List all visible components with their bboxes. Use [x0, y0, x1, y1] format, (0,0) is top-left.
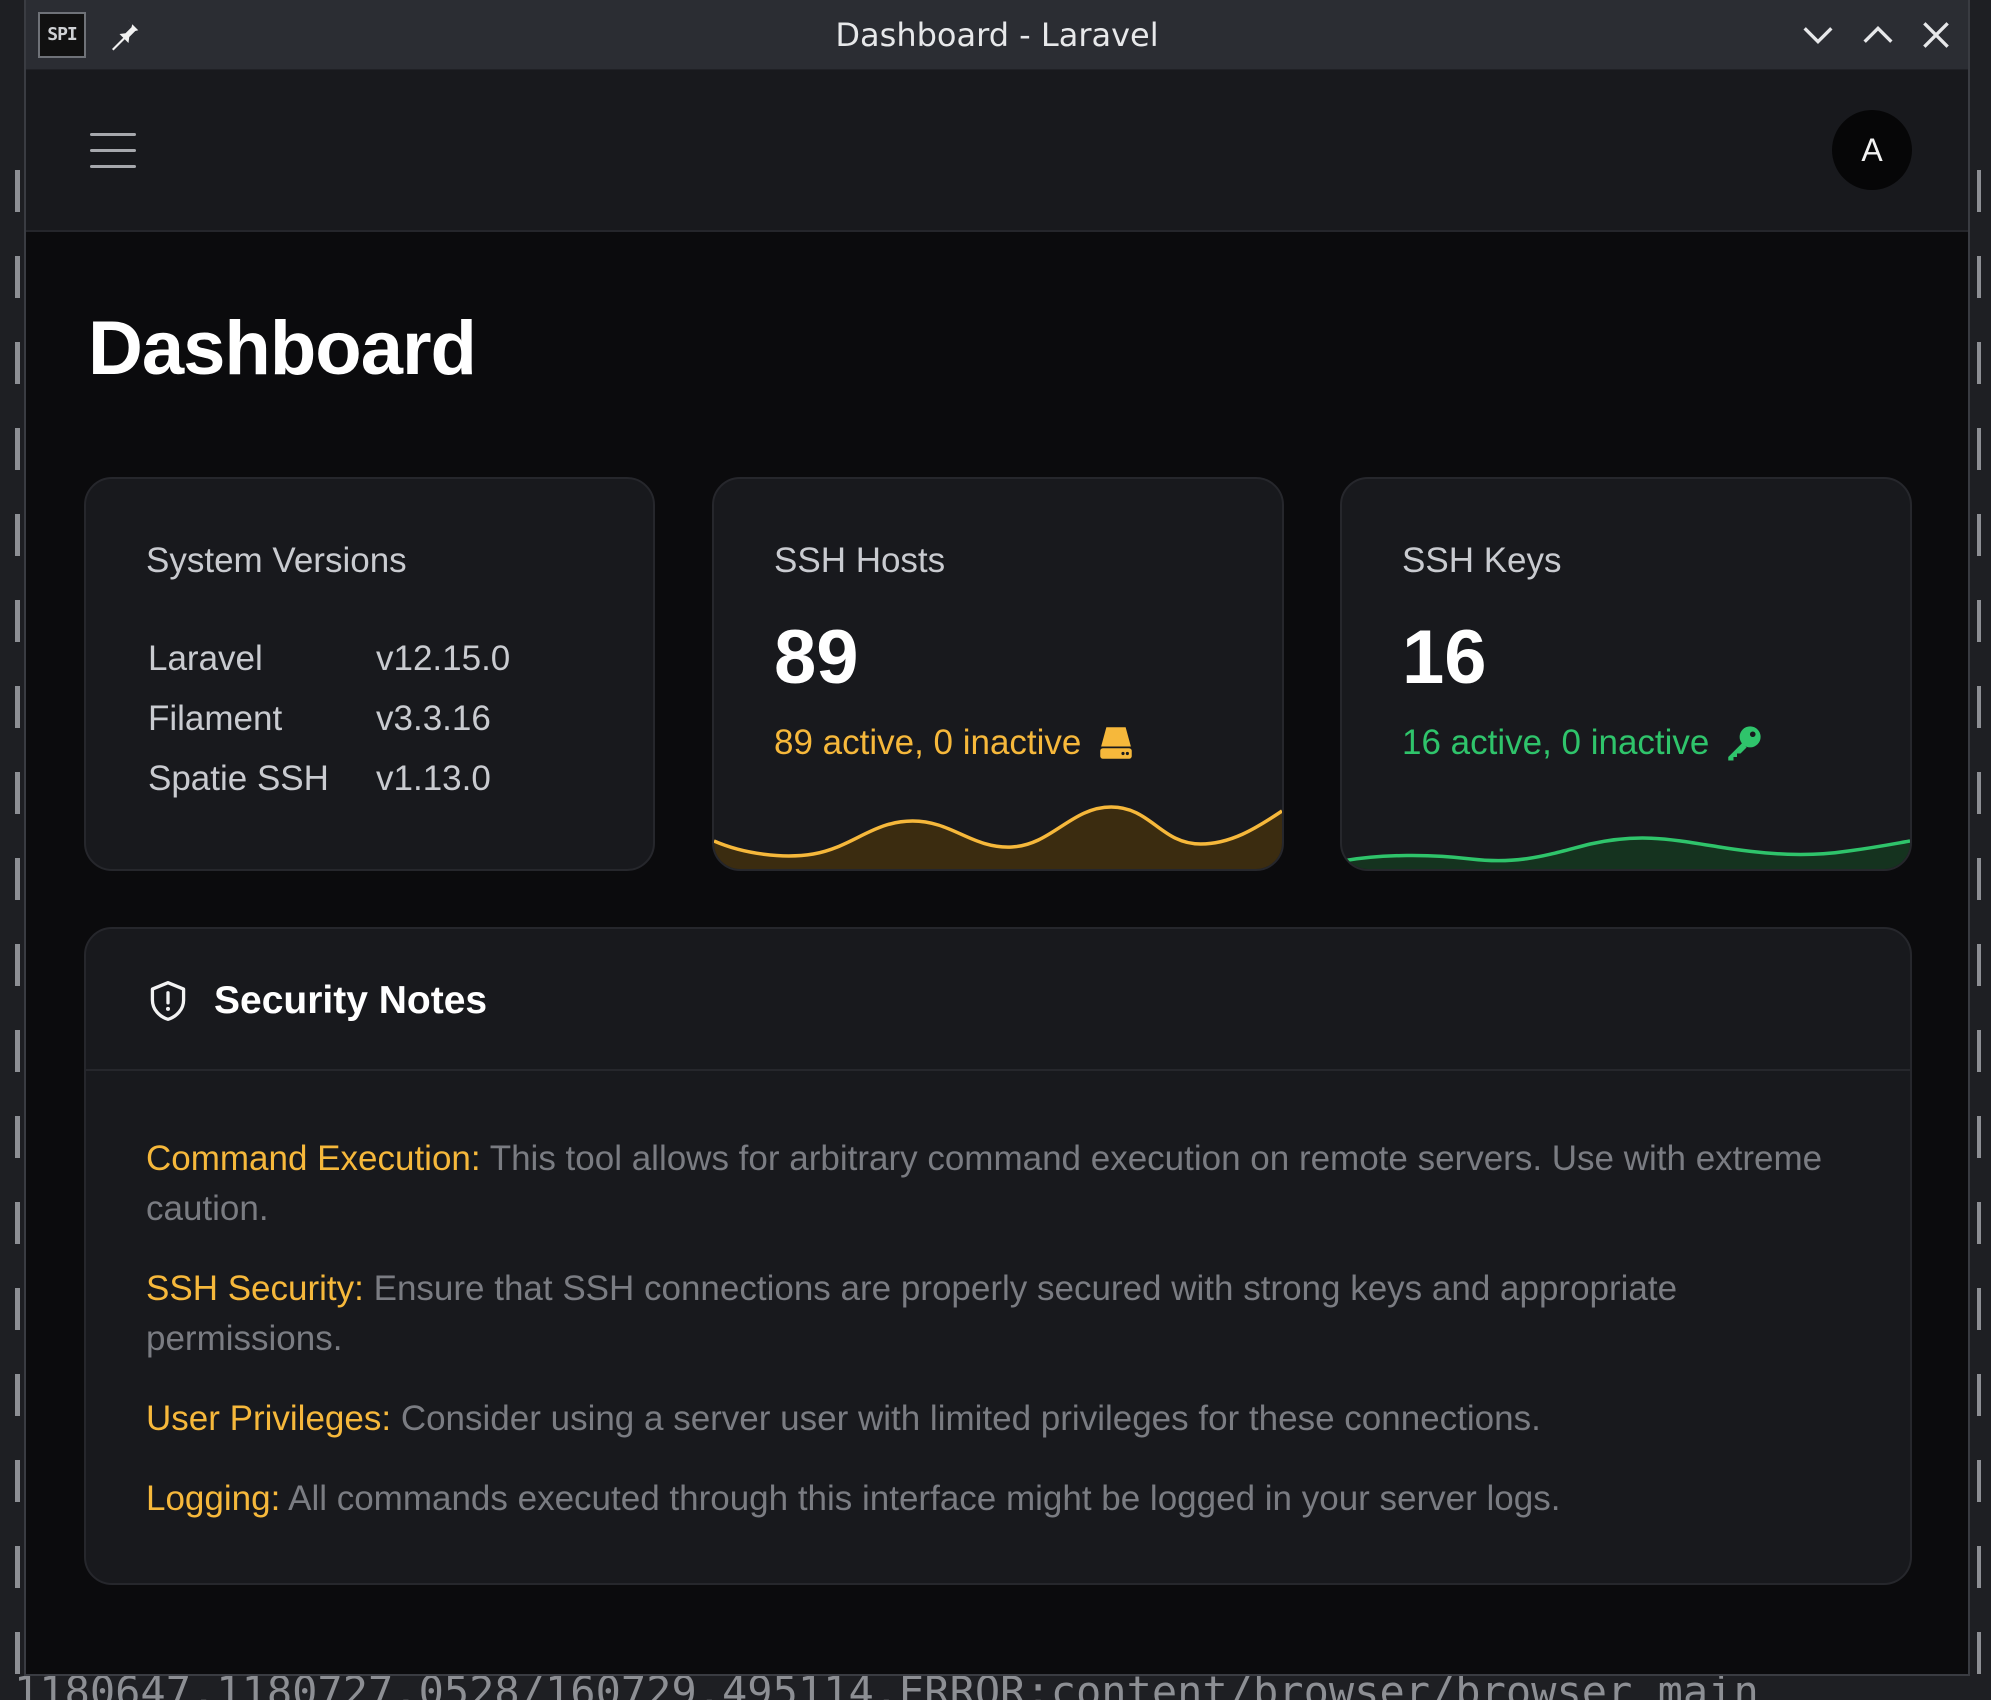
terminal-margin-bar: [1977, 944, 1981, 986]
terminal-margin-bar: [1977, 772, 1981, 814]
keys-sparkline: [1342, 836, 1910, 869]
chevron-down-icon[interactable]: [1798, 15, 1838, 55]
terminal-margin-bar: [1977, 600, 1981, 642]
terminal-margin-bar: [1977, 1374, 1981, 1416]
terminal-margin-bar: [15, 772, 20, 814]
security-note: Command Execution: This tool allows for …: [146, 1134, 1846, 1234]
terminal-margin-bar: [15, 1202, 20, 1244]
terminal-margin-bar: [1977, 1202, 1981, 1244]
note-text: Ensure that SSH connections are properly…: [146, 1269, 1678, 1358]
hamburger-line-icon: [90, 149, 136, 152]
note-label: Command Execution:: [146, 1139, 481, 1178]
terminal-margin-bar: [15, 858, 20, 900]
version-name: Spatie SSH: [148, 759, 329, 798]
hosts-sparkline: [714, 805, 1282, 869]
key-icon: [1728, 726, 1762, 761]
version-row: Filament v3.3.16: [148, 699, 491, 739]
terminal-margin-bar: [15, 1460, 20, 1502]
stat-description-text: 89 active, 0 inactive: [774, 723, 1082, 762]
page-title: Dashboard: [88, 306, 477, 391]
ssh-keys-card[interactable]: SSH Keys 16 16 active, 0 inactive: [1340, 477, 1912, 871]
terminal-margin-bar: [15, 170, 20, 212]
stat-count: 16: [1402, 615, 1487, 700]
terminal-margin-bar: [15, 944, 20, 986]
terminal-margin-bar: [1977, 1116, 1981, 1158]
user-avatar[interactable]: A: [1832, 110, 1912, 190]
terminal-margin-bar: [15, 1546, 20, 1588]
stat-description: 16 active, 0 inactive: [1402, 722, 1765, 764]
security-notes-card: Security Notes Command Execution: This t…: [84, 927, 1912, 1585]
stat-description-text: 16 active, 0 inactive: [1402, 723, 1710, 762]
section-title: Security Notes: [214, 979, 488, 1022]
card-label: SSH Hosts: [774, 541, 946, 580]
terminal-margin-bar: [1977, 858, 1981, 900]
version-value: v1.13.0: [376, 759, 491, 798]
ssh-hosts-card[interactable]: SSH Hosts 89 89 active, 0 inactive: [712, 477, 1284, 871]
security-note: User Privileges: Consider using a server…: [146, 1394, 1846, 1444]
note-text: All commands executed through this inter…: [288, 1479, 1561, 1518]
terminal-margin-bar: [1977, 1288, 1981, 1330]
stat-description: 89 active, 0 inactive: [774, 722, 1137, 764]
note-label: SSH Security:: [146, 1269, 364, 1308]
hamburger-line-icon: [90, 133, 136, 136]
terminal-margin-bar: [1977, 1632, 1981, 1674]
terminal-margin-bar: [1977, 170, 1981, 212]
server-icon: [1100, 727, 1133, 759]
window-titlebar[interactable]: SPI Dashboard - Laravel: [26, 0, 1968, 70]
terminal-margin-bar: [15, 1116, 20, 1158]
security-note: SSH Security: Ensure that SSH connection…: [146, 1264, 1846, 1364]
terminal-margin-bar: [15, 1374, 20, 1416]
chevron-up-icon[interactable]: [1858, 15, 1898, 55]
menu-button[interactable]: [90, 130, 140, 170]
terminal-margin-bar: [15, 514, 20, 556]
terminal-margin-bar: [1977, 342, 1981, 384]
version-value: v3.3.16: [376, 699, 491, 738]
security-notes-header: Security Notes: [86, 929, 1910, 1071]
terminal-margin-bar: [1977, 686, 1981, 728]
card-label: SSH Keys: [1402, 541, 1562, 580]
system-versions-card: System Versions Laravel v12.15.0 Filament…: [84, 477, 655, 871]
terminal-left-margin: [0, 150, 26, 1700]
terminal-margin-bar: [15, 1632, 20, 1674]
terminal-margin-bar: [15, 428, 20, 470]
shield-alert-icon: [150, 981, 186, 1021]
note-text: Consider using a server user with limite…: [400, 1399, 1541, 1438]
app-window: SPI Dashboard - Laravel A Dashboard Syst…: [24, 0, 1970, 1676]
stat-count: 89: [774, 615, 859, 700]
terminal-margin-bar: [15, 686, 20, 728]
terminal-margin-bar: [1977, 1030, 1981, 1072]
version-value: v12.15.0: [376, 639, 511, 678]
window-title: Dashboard - Laravel: [835, 16, 1159, 54]
hamburger-line-icon: [90, 165, 136, 168]
terminal-margin-bar: [1977, 514, 1981, 556]
version-name: Filament: [148, 699, 283, 738]
terminal-margin-bar: [15, 1288, 20, 1330]
security-note: Logging: All commands executed through t…: [146, 1474, 1846, 1524]
note-label: Logging:: [146, 1479, 281, 1518]
terminal-margin-bar: [15, 1030, 20, 1072]
close-icon[interactable]: [1916, 15, 1956, 55]
version-row: Laravel v12.15.0: [148, 639, 510, 679]
card-label: System Versions: [146, 541, 407, 580]
terminal-margin-bar: [15, 256, 20, 298]
version-row: Spatie SSH v1.13.0: [148, 759, 491, 799]
version-name: Laravel: [148, 639, 263, 678]
app-header: A: [26, 70, 1968, 232]
terminal-margin-bar: [1977, 1460, 1981, 1502]
terminal-margin-bar: [15, 600, 20, 642]
terminal-margin-bar: [1977, 256, 1981, 298]
terminal-margin-bar: [15, 342, 20, 384]
terminal-margin-bar: [1977, 1546, 1981, 1588]
note-label: User Privileges:: [146, 1399, 392, 1438]
terminal-margin-bar: [1977, 428, 1981, 470]
